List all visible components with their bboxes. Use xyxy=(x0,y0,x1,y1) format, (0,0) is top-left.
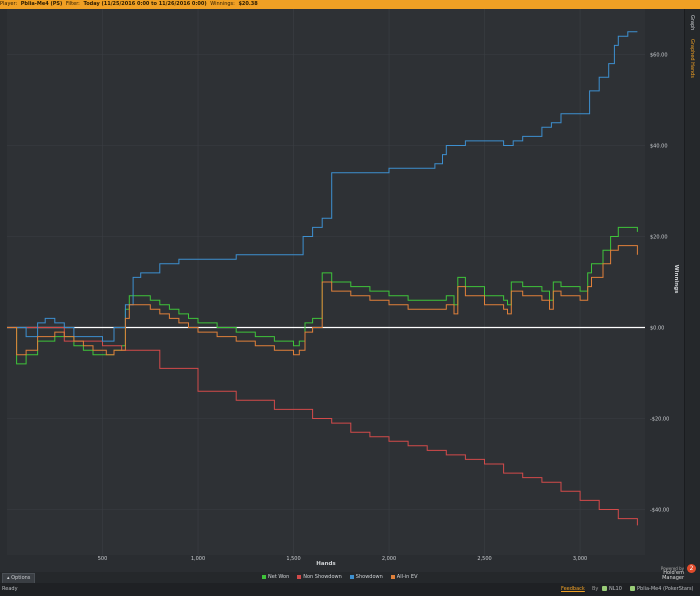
stake-label: NL10 xyxy=(609,586,622,592)
player-status-label: Pblia-Me4 (PokerStars) xyxy=(637,586,694,592)
legend-item[interactable]: Showdown xyxy=(349,574,383,580)
brand-badge-icon: 2 xyxy=(687,564,696,573)
legend-label: Non Showdown xyxy=(303,574,342,580)
legend-swatch xyxy=(297,574,302,579)
filter-value[interactable]: Today (11/25/2016 0:00 to 11/26/2016 0:0… xyxy=(83,1,206,7)
chart-svg: 500 1,000 1,500 2,000 2,500 3,000 -$40.00 -$20.… xyxy=(7,9,679,567)
y-tick-label: $60.00 xyxy=(650,53,668,59)
stake-indicator[interactable]: NL10 xyxy=(602,583,622,596)
x-tick-label: 500 xyxy=(98,556,108,562)
x-axis-label: Hands xyxy=(316,561,336,567)
player-indicator[interactable]: Pblia-Me4 (PokerStars) xyxy=(630,583,694,596)
status-separator: By xyxy=(592,586,599,592)
winnings-value: $20.38 xyxy=(238,1,258,7)
winnings-chart: 500 1,000 1,500 2,000 2,500 3,000 -$40.00 -$20.… xyxy=(0,9,684,572)
legend-item[interactable]: Net Won xyxy=(262,574,289,580)
options-label: Options xyxy=(11,575,31,581)
chevron-up-icon: ▴ xyxy=(7,575,10,581)
chart-footer: ▴ Options Net Won Non Showdown Showdown All… xyxy=(0,564,700,584)
legend-swatch xyxy=(390,574,395,579)
player-value: Pblia-Me4 (PS) xyxy=(20,1,63,7)
y-tick-label: -$20.00 xyxy=(650,417,669,423)
status-ready: Ready xyxy=(2,586,18,592)
stake-icon xyxy=(602,586,607,591)
x-tick-label: 2,500 xyxy=(477,556,491,562)
x-tick-label: 1,500 xyxy=(286,556,300,562)
y-tick-label: $20.00 xyxy=(650,235,668,241)
x-tick-label: 2,000 xyxy=(382,556,396,562)
legend-swatch xyxy=(262,574,266,579)
player-label: Player: xyxy=(0,1,18,7)
winnings-label: Winnings: xyxy=(210,1,235,7)
legend-item[interactable]: Non Showdown xyxy=(297,574,342,580)
y-tick-label: -$40.00 xyxy=(650,508,669,514)
y-tick-label: $0.00 xyxy=(650,326,664,332)
legend-swatch xyxy=(349,574,354,579)
filter-label: Filter: xyxy=(65,1,80,7)
x-tick-label: 3,000 xyxy=(573,556,587,562)
x-tick-label: 1,000 xyxy=(191,556,205,562)
legend-item[interactable]: All-in EV xyxy=(390,574,418,580)
brand-name: Hold'em Manager xyxy=(662,570,684,581)
status-bar: Ready Feedback By NL10 Pblia-Me4 (PokerS… xyxy=(0,583,700,596)
chart-legend: Net Won Non Showdown Showdown All-in EV xyxy=(262,574,426,580)
y-tick-label: $40.00 xyxy=(650,144,668,150)
tab-graph[interactable]: Graph xyxy=(689,15,695,30)
legend-label: All-in EV xyxy=(396,574,418,580)
header-bar: Player: Pblia-Me4 (PS) Filter: Today (11… xyxy=(0,0,700,9)
player-icon xyxy=(630,586,635,591)
legend-label: Net Won xyxy=(268,574,290,580)
right-sidebar: Graph Graphed Hands xyxy=(684,9,700,572)
legend-label: Showdown xyxy=(355,574,383,580)
feedback-link[interactable]: Feedback xyxy=(561,583,585,596)
tab-graphed-hands[interactable]: Graphed Hands xyxy=(689,39,695,78)
y-axis-label: Winnings xyxy=(673,265,679,295)
brand-block: Powered by Hold'em Manager 2 xyxy=(644,564,696,581)
